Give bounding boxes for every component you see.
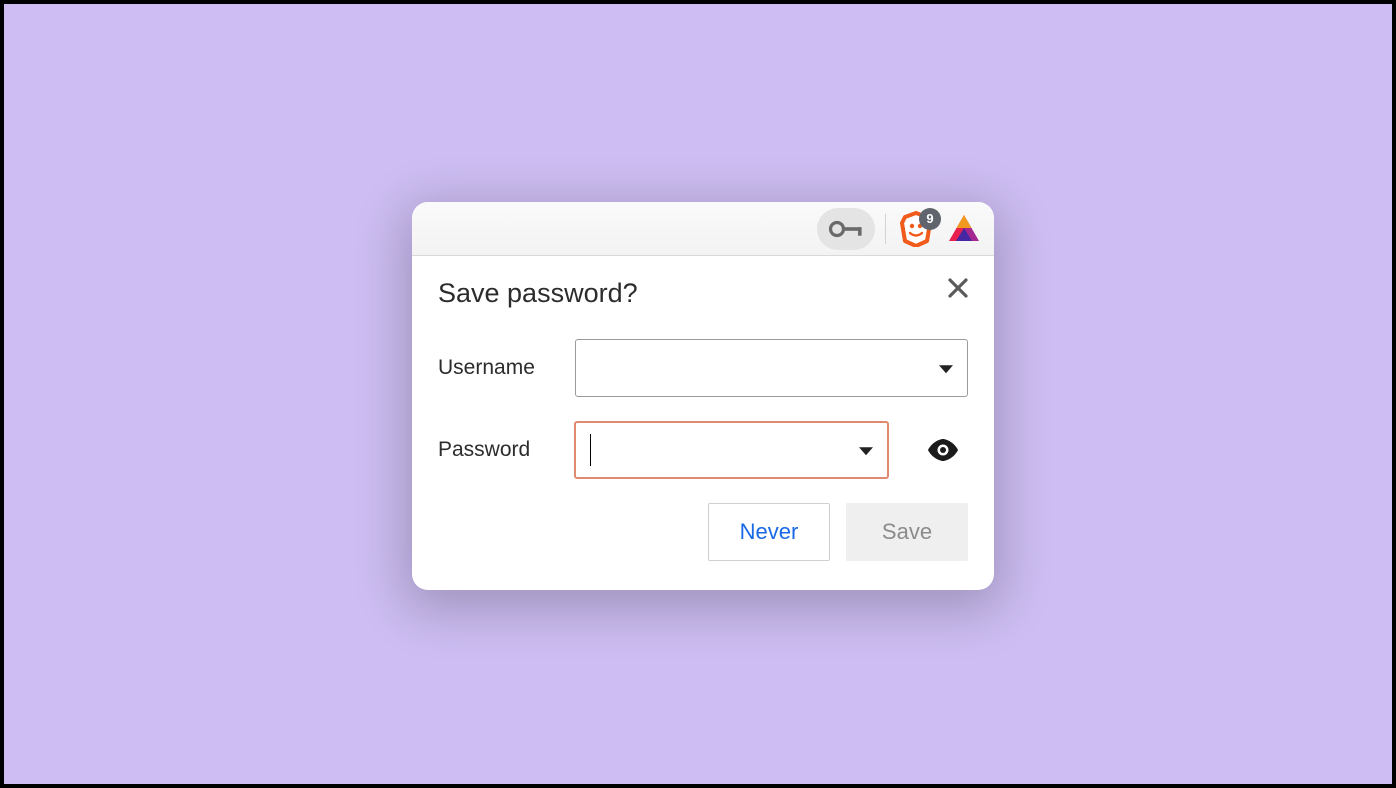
brave-rewards-icon [948,214,980,244]
close-icon [947,277,969,299]
dialog-title: Save password? [438,278,968,309]
save-password-dialog: 9 Save password? Username [412,202,994,590]
chevron-down-icon [859,447,873,455]
text-cursor [590,434,591,466]
close-button[interactable] [944,274,972,302]
password-label: Password [438,438,574,462]
brave-rewards-button[interactable] [946,211,982,247]
chevron-down-icon [939,365,953,373]
dialog-toolbar: 9 [412,202,994,256]
toolbar-divider [885,214,886,244]
password-input[interactable] [574,421,889,479]
username-row: Username [438,339,968,397]
username-input[interactable] [575,339,968,397]
key-icon [829,219,863,239]
brave-shields-button[interactable]: 9 [896,209,936,249]
never-button[interactable]: Never [708,503,830,561]
dialog-actions: Never Save [438,503,968,561]
password-key-button[interactable] [817,208,875,250]
never-button-label: Never [740,519,799,545]
password-row: Password [438,421,968,479]
eye-icon [926,439,960,461]
show-password-button[interactable] [919,439,968,461]
username-label: Username [438,356,575,380]
dialog-content: Save password? Username Password [412,256,994,579]
save-button[interactable]: Save [846,503,968,561]
save-button-label: Save [882,519,932,545]
shields-count-badge: 9 [919,208,941,230]
